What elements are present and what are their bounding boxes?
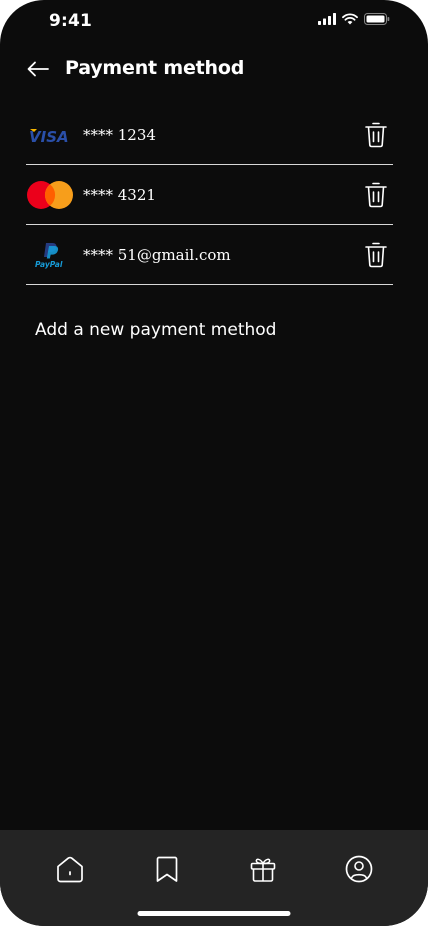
nav-profile[interactable] [344, 854, 374, 884]
back-button[interactable] [24, 55, 52, 83]
nav-home[interactable] [55, 854, 85, 884]
masked-paypal-email: **** 51@gmail.com [83, 245, 231, 264]
home-icon [57, 856, 83, 883]
mastercard-logo [26, 178, 78, 212]
phone-screen: 9:41 Payment method VISA **** 1234 **** … [0, 0, 428, 926]
visa-logo-text: VISA [29, 128, 69, 145]
gift-icon [250, 858, 276, 882]
status-icons [318, 13, 390, 25]
bookmark-icon [156, 856, 178, 882]
nav-bookmarks[interactable] [152, 854, 182, 884]
delete-mastercard-button[interactable] [361, 180, 391, 210]
visa-logo: VISA [26, 118, 78, 152]
delete-paypal-button[interactable] [361, 240, 391, 270]
payment-method-row-paypal[interactable]: PayPal **** 51@gmail.com [26, 225, 393, 285]
status-time: 9:41 [49, 11, 93, 31]
delete-visa-button[interactable] [361, 120, 391, 150]
status-bar: 9:41 [0, 0, 428, 44]
trash-icon [365, 182, 387, 208]
add-payment-method-link[interactable]: Add a new payment method [35, 320, 276, 340]
header: Payment method [0, 50, 428, 86]
home-indicator[interactable] [137, 911, 291, 916]
trash-icon [365, 122, 387, 148]
paypal-logo: PayPal [26, 238, 78, 272]
payment-method-list: VISA **** 1234 **** 4321 PayPal **** 51@… [26, 105, 393, 285]
wifi-icon [342, 13, 358, 25]
battery-icon [364, 13, 390, 25]
bottom-nav [0, 830, 428, 926]
paypal-logo-text: PayPal [35, 260, 63, 269]
masked-card-number: **** 1234 [83, 125, 156, 144]
payment-method-row-visa[interactable]: VISA **** 1234 [26, 105, 393, 165]
arrow-left-icon [27, 61, 49, 77]
payment-method-row-mastercard[interactable]: **** 4321 [26, 165, 393, 225]
cellular-signal-icon [318, 13, 336, 25]
profile-icon [345, 855, 373, 883]
nav-gifts[interactable] [248, 854, 278, 884]
masked-card-number: **** 4321 [83, 185, 156, 204]
page-title: Payment method [65, 57, 245, 79]
trash-icon [365, 242, 387, 268]
